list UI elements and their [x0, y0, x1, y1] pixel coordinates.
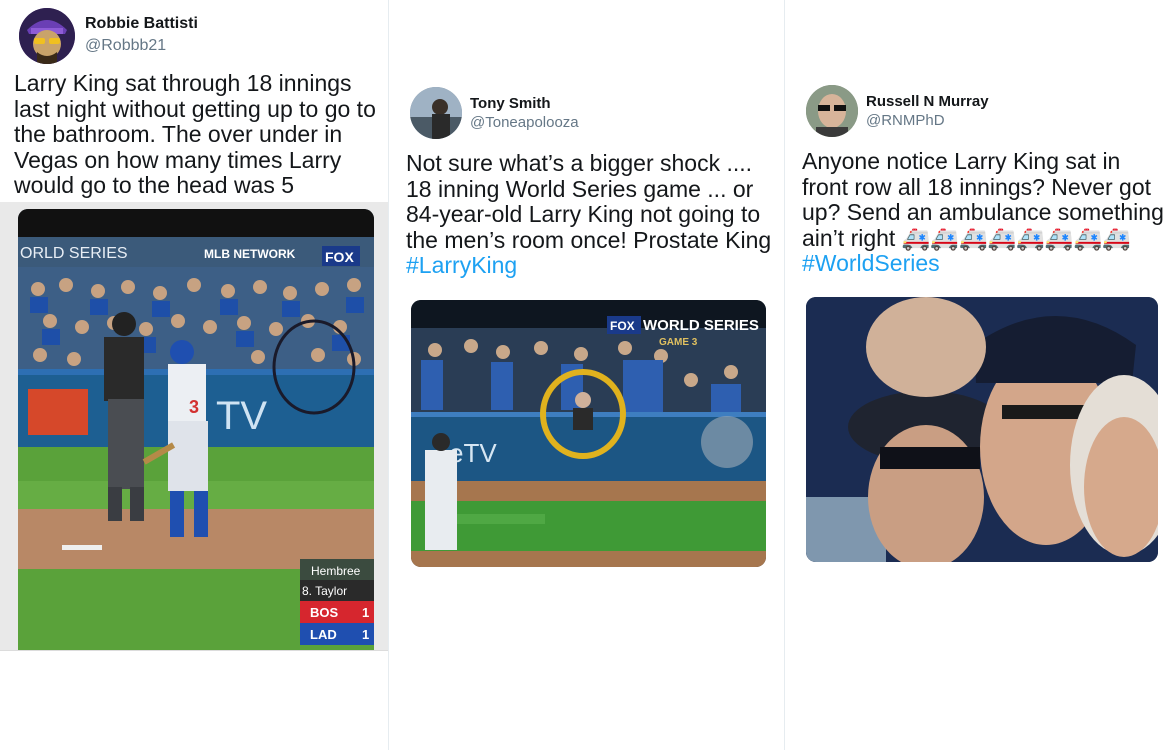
avatar[interactable] [410, 87, 462, 139]
user-handle[interactable]: @Robbb21 [85, 37, 166, 55]
display-name[interactable]: Robbie Battisti [85, 15, 198, 33]
scoreboard-team1: BOS [310, 605, 339, 620]
ad-wall-text: TV [216, 394, 267, 438]
hashtag-link[interactable]: #LarryKing [406, 252, 517, 278]
scoreboard-score1: 1 [362, 605, 369, 620]
tweet-text: Larry King sat through 18 innings last n… [14, 70, 376, 198]
tweet-text: Not sure what’s a bigger shock .... 18 i… [406, 150, 776, 279]
banner-fox-text: FOX [325, 249, 354, 265]
avatar[interactable] [19, 8, 75, 64]
scoreboard-score2: 1 [362, 627, 369, 642]
tweet-text-body: Not sure what’s a bigger shock .... 18 i… [406, 150, 772, 253]
avatar[interactable] [806, 85, 858, 137]
hashtag-link[interactable]: #WorldSeries [802, 250, 940, 276]
scoreboard-batter: 8. Taylor [302, 584, 347, 598]
tweet-card-3[interactable]: Russell N Murray @RNMPhD Anyone notice L… [785, 0, 1168, 750]
fox-logo: FOX [610, 319, 635, 333]
banner-network-text: MLB NETWORK [204, 247, 296, 261]
player-number: 3 [189, 397, 199, 417]
tweet-photo[interactable] [806, 297, 1158, 562]
user-handle[interactable]: @RNMPhD [866, 112, 945, 129]
display-name[interactable]: Russell N Murray [866, 93, 989, 110]
tweet-text-body: Anyone notice Larry King sat in front ro… [802, 148, 1164, 251]
tweet-text: Anyone notice Larry King sat in front ro… [802, 148, 1168, 277]
display-name[interactable]: Tony Smith [470, 95, 551, 112]
tweet-photo[interactable]: ORLD SERIES MLB NETWORK FOX TV 3 Hembree… [18, 209, 374, 650]
tweet-card-2[interactable]: Tony Smith @Toneapolooza Not sure what’s… [389, 0, 784, 750]
overlay-subtitle: GAME 3 [659, 337, 698, 348]
banner-left-text: ORLD SERIES [20, 245, 128, 262]
user-handle[interactable]: @Toneapolooza [470, 114, 579, 131]
media-container: ORLD SERIES MLB NETWORK FOX TV 3 Hembree… [0, 202, 388, 651]
scoreboard-pitcher: Hembree [311, 564, 361, 578]
overlay-title: WORLD SERIES [643, 317, 759, 334]
scoreboard-team2: LAD [310, 627, 337, 642]
tweet-photo[interactable]: FOX WORLD SERIES GAME 3 eTV [411, 300, 766, 567]
tweet-card-1[interactable]: Robbie Battisti @Robbb21 Larry King sat … [0, 0, 388, 750]
